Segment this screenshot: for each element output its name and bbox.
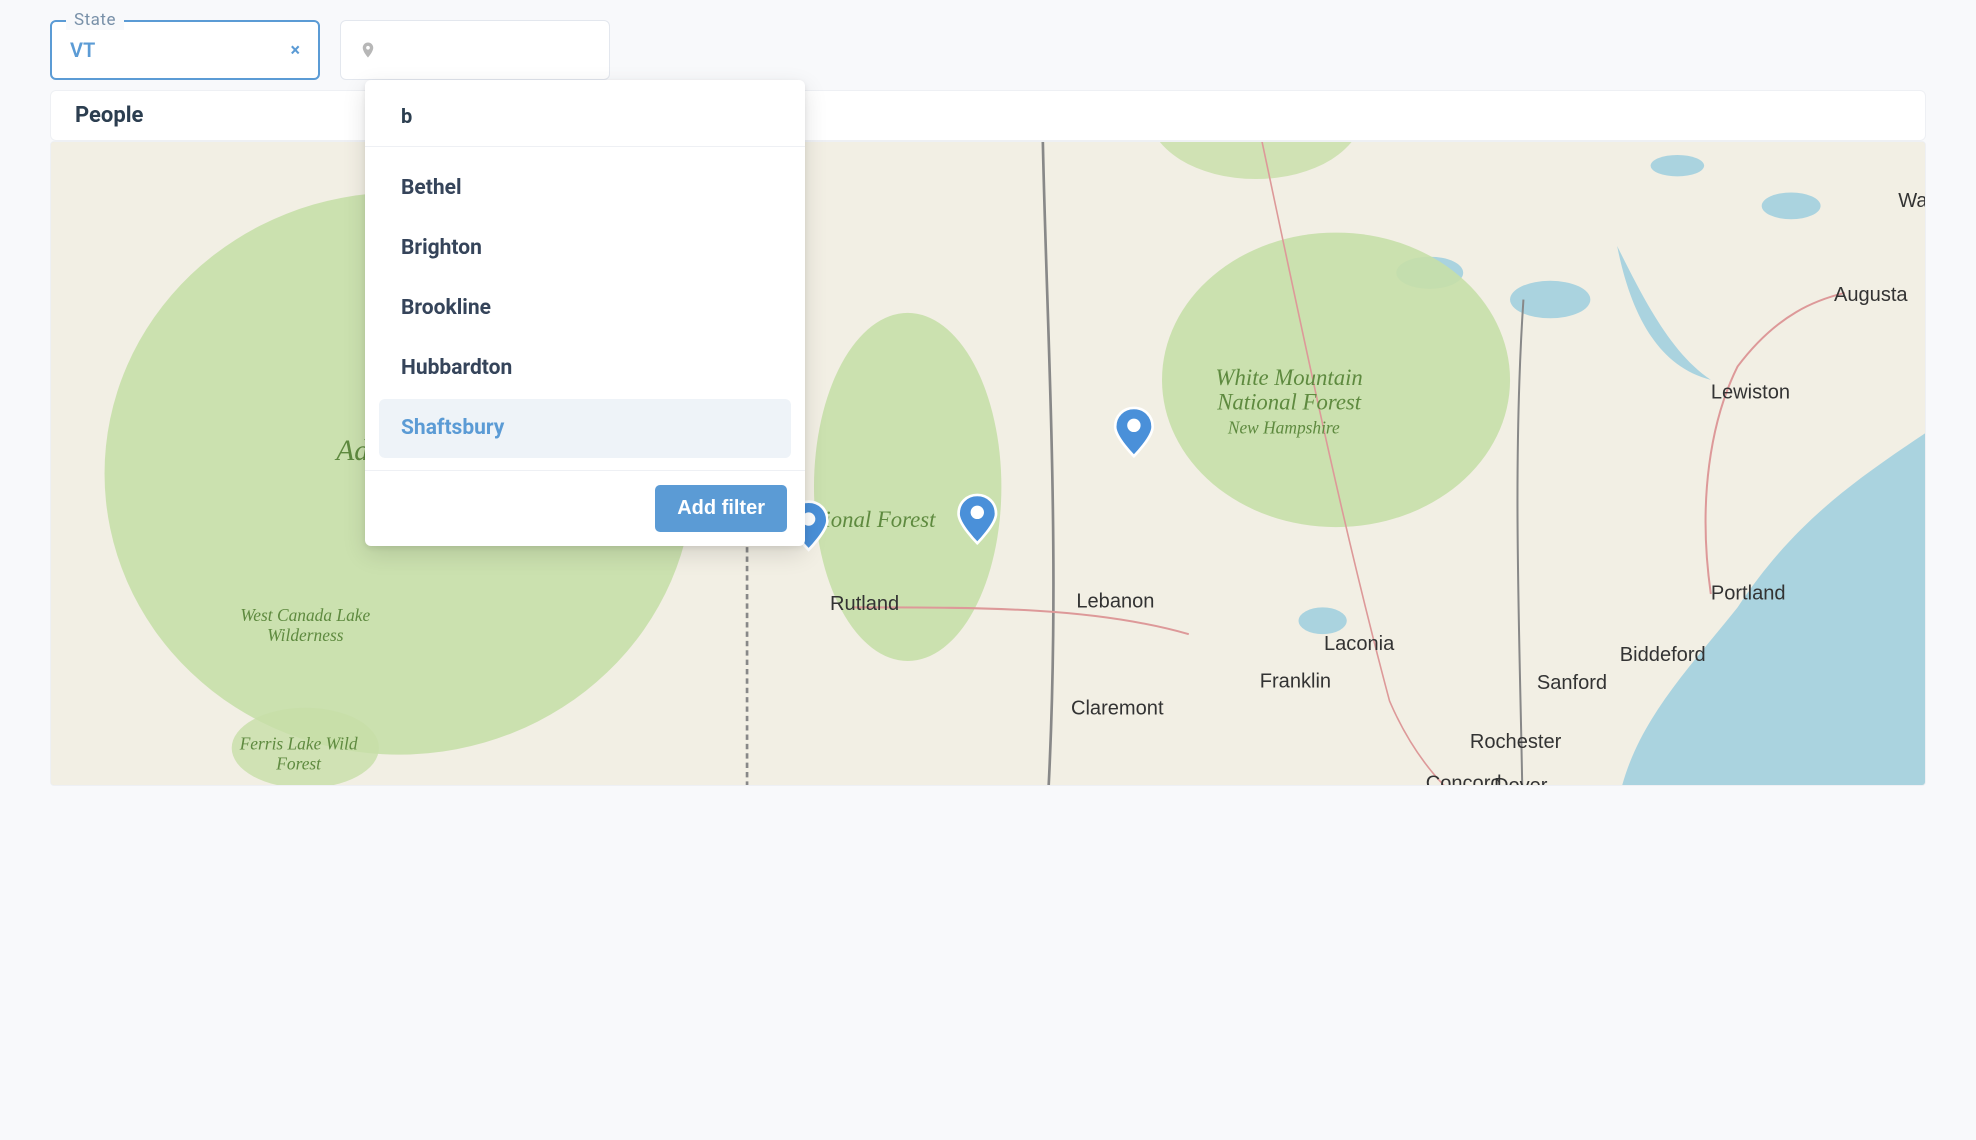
state-filter-value: VT — [70, 38, 95, 62]
map-city-label: Biddeford — [1620, 644, 1706, 666]
city-option[interactable]: Hubbardton — [379, 339, 791, 399]
map-forest-label: New Hampshire — [1227, 417, 1340, 437]
city-autocomplete-dropdown: b Bethel Brighton Brookline Hubbardton S… — [365, 80, 805, 546]
city-search-value: b — [365, 80, 805, 147]
city-options-list: Bethel Brighton Brookline Hubbardton Sha… — [365, 147, 805, 471]
city-option[interactable]: Bethel — [379, 159, 791, 219]
city-option[interactable]: Brookline — [379, 279, 791, 339]
map-forest-label: National Forest — [1216, 389, 1362, 414]
map-forest-label: White Mountain — [1216, 365, 1363, 390]
map-city-label: Dover — [1494, 775, 1548, 785]
map-park-label: Ferris Lake Wild — [239, 733, 358, 753]
state-filter-clear-icon[interactable]: × — [290, 40, 300, 61]
map-view[interactable]: White MountainNational ForestNational Fo… — [50, 141, 1926, 786]
state-filter-chip[interactable]: State VT × — [50, 20, 320, 80]
people-panel-title: People — [75, 103, 143, 128]
map-city-label: Portland — [1711, 582, 1786, 604]
map-city-label: Wate — [1898, 190, 1925, 212]
state-filter-label: State — [66, 10, 124, 30]
map-city-label: Rochester — [1470, 731, 1562, 753]
map-park-label: Forest — [275, 753, 322, 773]
city-option-highlighted[interactable]: Shaftsbury — [379, 399, 791, 459]
map-city-label: Franklin — [1260, 671, 1331, 693]
map-city-label: Concord — [1426, 772, 1502, 785]
city-option[interactable]: Brighton — [379, 219, 791, 279]
add-filter-button[interactable]: Add filter — [655, 485, 787, 532]
map-city-label: Sanford — [1537, 672, 1607, 694]
city-filter-input[interactable] — [340, 20, 610, 80]
map-svg: White MountainNational ForestNational Fo… — [51, 142, 1925, 785]
map-city-label: Laconia — [1324, 633, 1395, 655]
map-city-label: Rutland — [830, 593, 899, 615]
map-city-label: Claremont — [1071, 697, 1164, 719]
map-park-label: Wilderness — [267, 625, 344, 645]
map-city-label: Lewiston — [1711, 382, 1790, 404]
location-pin-icon — [359, 39, 377, 61]
map-park-label: West Canada Lake — [240, 605, 370, 625]
people-panel-header: People — [50, 90, 1926, 141]
map-city-label: Augusta — [1834, 284, 1908, 306]
map-city-label: Lebanon — [1076, 590, 1154, 612]
